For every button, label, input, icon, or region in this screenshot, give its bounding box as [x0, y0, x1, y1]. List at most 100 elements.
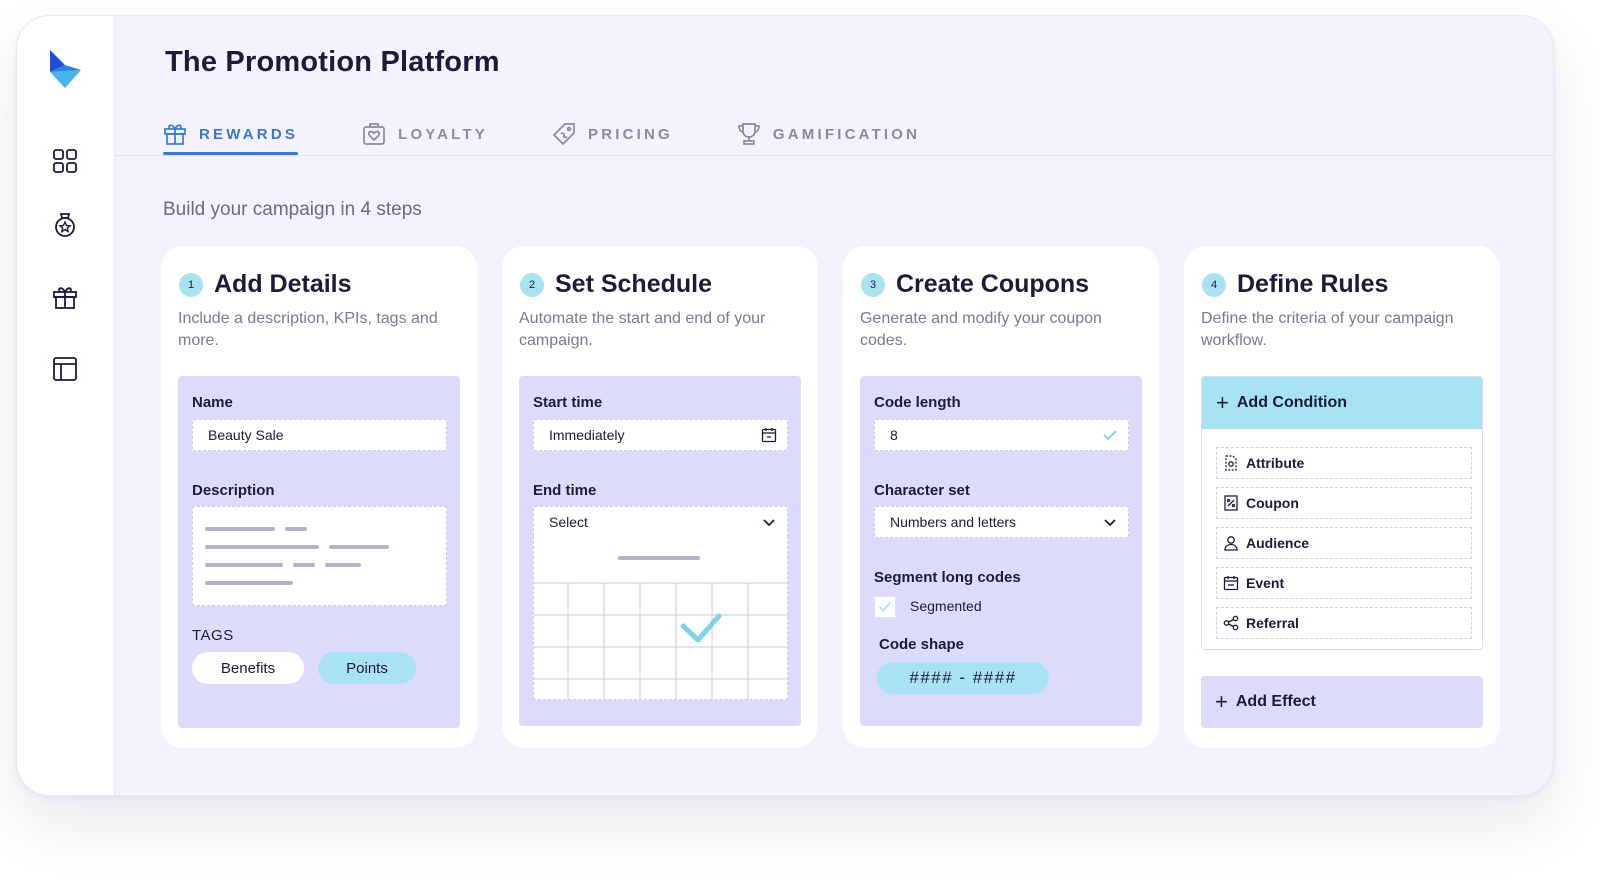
- tag-chip-points[interactable]: Points: [318, 652, 416, 684]
- text-placeholder-line: [285, 527, 307, 531]
- main-content: The Promotion Platform REWARDS LOYALTY P…: [115, 16, 1553, 795]
- condition-label: Attribute: [1246, 455, 1305, 471]
- attribute-icon: [1225, 455, 1237, 471]
- details-form-panel: Name Beauty Sale Description TAGS Benefi…: [178, 376, 460, 728]
- start-time-label: Start time: [533, 394, 603, 411]
- text-placeholder-line: [205, 527, 275, 531]
- end-time-label: End time: [533, 482, 597, 499]
- code-length-label: Code length: [874, 394, 961, 411]
- card-header: 1 Add Details: [179, 270, 352, 299]
- tab-gamification[interactable]: GAMIFICATION: [737, 116, 920, 152]
- calendar-grid[interactable]: [534, 536, 789, 700]
- step-card-set-schedule: 2 Set Schedule Automate the start and en…: [502, 246, 818, 748]
- step-card-add-details: 1 Add Details Include a description, KPI…: [161, 246, 477, 748]
- start-time-input[interactable]: Immediately: [533, 419, 788, 451]
- calendar-icon: [1223, 576, 1239, 591]
- layout-table-icon[interactable]: [51, 355, 79, 383]
- condition-label: Referral: [1246, 615, 1299, 631]
- card-title: Add Details: [214, 270, 352, 298]
- start-time-value: Immediately: [549, 427, 625, 443]
- code-length-value: 8: [890, 427, 898, 443]
- step-number-badge: 4: [1202, 272, 1226, 297]
- step-number-badge: 3: [861, 272, 885, 297]
- coupon-icon: [1224, 495, 1238, 511]
- tab-label: PRICING: [588, 125, 673, 143]
- condition-coupon[interactable]: Coupon: [1216, 487, 1472, 519]
- step-number-badge: 1: [179, 272, 203, 297]
- step-card-create-coupons: 3 Create Coupons Generate and modify you…: [843, 246, 1159, 748]
- dashboard-grid-icon[interactable]: [51, 147, 79, 175]
- gift-icon: [164, 124, 186, 145]
- card-description: Automate the start and end of your campa…: [519, 310, 766, 349]
- tab-bar: REWARDS LOYALTY PRICING GAMIFICATION: [163, 116, 984, 156]
- add-effect-button[interactable]: + Add Effect: [1201, 676, 1483, 728]
- text-placeholder-line: [205, 563, 283, 567]
- plus-icon: +: [1216, 390, 1229, 415]
- code-shape-value[interactable]: #### - ####: [877, 662, 1049, 694]
- sidebar: [17, 16, 115, 795]
- conditions-panel: + Add Condition Attribute Coupon Audienc…: [1201, 376, 1483, 650]
- card-header: 2 Set Schedule: [520, 270, 712, 299]
- name-label: Name: [192, 394, 233, 411]
- add-condition-button[interactable]: + Add Condition: [1202, 377, 1482, 429]
- text-placeholder-line: [293, 563, 315, 567]
- condition-label: Event: [1246, 575, 1285, 591]
- card-header: 3 Create Coupons: [861, 270, 1089, 299]
- add-condition-label: Add Condition: [1236, 394, 1348, 411]
- coupon-form-panel: Code length 8 Character set Numbers and …: [860, 376, 1142, 726]
- add-effect-label: Add Effect: [1235, 693, 1316, 710]
- card-header: 4 Define Rules: [1202, 270, 1388, 299]
- segmented-checkbox[interactable]: [874, 596, 896, 618]
- tab-label: GAMIFICATION: [772, 125, 921, 143]
- person-icon: [1224, 536, 1238, 551]
- card-description: Include a description, KPIs, tags and mo…: [178, 310, 438, 349]
- end-time-value: Select: [549, 514, 588, 530]
- calendar-icon[interactable]: [761, 427, 777, 443]
- text-placeholder-line: [205, 581, 293, 585]
- condition-audience[interactable]: Audience: [1216, 527, 1472, 559]
- tag-chip-benefits[interactable]: Benefits: [192, 652, 304, 684]
- segment-codes-label: Segment long codes: [874, 569, 1021, 586]
- card-title: Create Coupons: [896, 270, 1090, 298]
- price-tag-icon: [552, 123, 575, 146]
- code-shape-label: Code shape: [879, 636, 965, 653]
- page-title: The Promotion Platform: [165, 46, 500, 78]
- card-description: Generate and modify your coupon codes.: [860, 310, 1102, 349]
- tab-rewards[interactable]: REWARDS: [163, 116, 299, 155]
- tags-label: TAGS: [192, 627, 234, 644]
- condition-label: Audience: [1246, 535, 1310, 551]
- tab-loyalty[interactable]: LOYALTY: [362, 116, 488, 152]
- tab-label: REWARDS: [199, 125, 299, 143]
- checkmark-icon: [1103, 430, 1117, 441]
- name-input[interactable]: Beauty Sale: [192, 419, 447, 451]
- card-title: Define Rules: [1237, 270, 1389, 298]
- text-placeholder-line: [325, 563, 361, 567]
- text-placeholder-line: [329, 545, 389, 549]
- plus-icon: +: [1215, 689, 1228, 714]
- condition-attribute[interactable]: Attribute: [1216, 447, 1472, 479]
- schedule-form-panel: Start time Immediately End time Select: [519, 376, 801, 726]
- medal-icon[interactable]: [51, 211, 79, 239]
- heart-box-icon: [363, 123, 385, 145]
- character-set-select[interactable]: Numbers and letters: [874, 506, 1129, 538]
- chevron-down-icon: [1104, 519, 1116, 527]
- text-placeholder-line: [205, 545, 319, 549]
- step-card-define-rules: 4 Define Rules Define the criteria of yo…: [1184, 246, 1500, 748]
- brand-logo-icon[interactable]: [47, 48, 81, 88]
- name-input-value: Beauty Sale: [208, 427, 284, 443]
- chevron-down-icon: [763, 519, 775, 527]
- description-label: Description: [192, 482, 275, 499]
- gift-icon[interactable]: [51, 283, 79, 311]
- checkmark-icon: [878, 601, 892, 612]
- end-time-select[interactable]: Select: [533, 506, 788, 538]
- tab-pricing[interactable]: PRICING: [552, 116, 673, 152]
- description-textarea[interactable]: [192, 506, 447, 606]
- trophy-icon: [738, 123, 760, 145]
- condition-referral[interactable]: Referral: [1216, 607, 1472, 639]
- condition-label: Coupon: [1246, 495, 1299, 511]
- tab-label: LOYALTY: [398, 125, 488, 143]
- condition-event[interactable]: Event: [1216, 567, 1472, 599]
- calendar-dropdown: [533, 536, 789, 700]
- code-length-input[interactable]: 8: [874, 419, 1129, 451]
- page-subtitle: Build your campaign in 4 steps: [163, 199, 422, 220]
